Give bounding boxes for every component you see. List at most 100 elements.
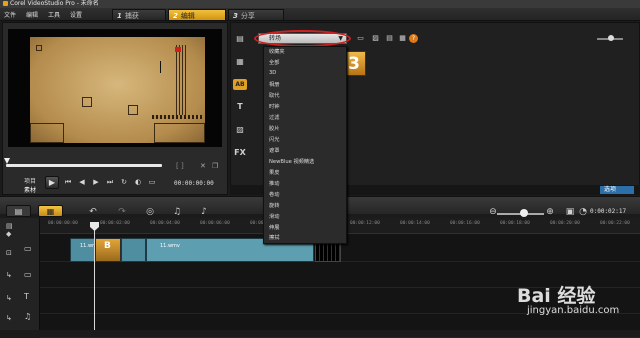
track-headers: ▤ ◆ ▭ ⊡ ▭ ↳ T ↳ ♫ ↳ xyxy=(0,218,40,330)
tab-share-number: 3 xyxy=(233,12,238,20)
menu-settings[interactable]: 设置 xyxy=(70,10,82,19)
dropdown-option[interactable]: 时钟 xyxy=(269,103,279,110)
overlay-track-icon[interactable]: ▭ xyxy=(24,270,38,280)
thumbnail-size-handle[interactable] xyxy=(608,35,614,41)
dropdown-option[interactable]: 旋转 xyxy=(269,202,279,209)
project-duration-icon[interactable]: ◔ xyxy=(578,207,588,217)
zoom-out-icon[interactable]: ⊖ xyxy=(488,207,498,217)
dropdown-option[interactable]: NewBlue 视频精选 xyxy=(269,158,314,165)
fx-icon[interactable]: FX xyxy=(233,147,247,158)
media-icon[interactable]: ▤ xyxy=(233,33,247,44)
tab-edit[interactable]: 2 编辑 xyxy=(168,9,226,21)
voice-track-toggle-icon[interactable]: ↳ xyxy=(6,314,16,324)
dropdown-option[interactable]: 滑动 xyxy=(269,213,279,220)
tab-edit-label: 编辑 xyxy=(180,12,195,20)
dropdown-option[interactable]: 伸展 xyxy=(269,224,279,231)
auto-music-icon[interactable]: ♪ xyxy=(199,207,209,217)
enlarge-icon[interactable]: ▭ xyxy=(148,178,156,186)
dropdown-option[interactable]: 取代 xyxy=(269,92,279,99)
dropdown-option[interactable]: 推动 xyxy=(269,180,279,187)
ruler-label: 00:00:22:00 xyxy=(600,221,630,226)
play-button[interactable]: ▶ xyxy=(45,176,59,189)
undo-icon[interactable]: ↶ xyxy=(88,207,98,217)
add-folder-icon[interactable]: ▭ xyxy=(355,34,366,43)
dropdown-option[interactable]: 果皮 xyxy=(269,169,279,176)
ruler-label: 00:00:02:00 xyxy=(100,221,130,226)
show-list-icon[interactable]: ▦ xyxy=(397,34,408,43)
game-flag xyxy=(175,47,181,52)
menu-file[interactable]: 文件 xyxy=(4,10,16,19)
dropdown-option[interactable]: 相册 xyxy=(269,81,279,88)
title-bar: Corel VideoStudio Pro - 未命名 xyxy=(0,0,640,8)
dropdown-option[interactable]: 擦拭 xyxy=(269,234,279,241)
chapter-point-icon[interactable]: ◆ xyxy=(6,230,16,240)
prev-frame-icon[interactable]: ◀ xyxy=(78,178,86,186)
repeat-icon[interactable]: ↻ xyxy=(120,178,128,186)
highlight-circle xyxy=(254,30,351,47)
end-icon[interactable]: ⏭ xyxy=(106,178,114,186)
game-crate xyxy=(82,97,92,107)
timeline-zoom-handle[interactable] xyxy=(520,209,528,217)
app-icon xyxy=(3,1,8,6)
title-icon[interactable]: T xyxy=(233,101,247,112)
next-frame-icon[interactable]: ▶ xyxy=(92,178,100,186)
dropdown-option[interactable]: 闪光 xyxy=(269,136,279,143)
clip-label: 11.wmv xyxy=(160,243,180,249)
video-clip[interactable] xyxy=(121,238,146,262)
copy-clip-icon[interactable]: ❐ xyxy=(212,162,218,170)
player-timecode[interactable]: 00:00:00:00 xyxy=(174,180,222,188)
overlay-track-toggle-icon[interactable]: ↳ xyxy=(6,271,16,281)
ruler-label: 00:00:06:00 xyxy=(200,221,230,226)
menu-edit[interactable]: 编辑 xyxy=(26,10,38,19)
scrubber-track[interactable] xyxy=(6,164,162,167)
playhead-line xyxy=(94,230,95,330)
video-clip[interactable] xyxy=(70,238,95,262)
game-stick-figure xyxy=(160,61,164,73)
audio-mixer-icon[interactable]: ♫ xyxy=(172,207,182,217)
tab-capture[interactable]: 1 捕获 xyxy=(112,9,166,21)
split-clip-icon[interactable]: ✕ xyxy=(200,162,206,170)
dropdown-option[interactable]: 全部 xyxy=(269,59,279,66)
tab-share[interactable]: 3 分享 xyxy=(228,9,284,21)
title-track-toggle-icon[interactable]: ↳ xyxy=(6,294,16,304)
zoom-in-icon[interactable]: ⊕ xyxy=(545,207,555,217)
apply-all-icon[interactable]: ▨ xyxy=(370,34,381,43)
add-to-favorites-icon[interactable]: ▤ xyxy=(384,34,395,43)
menu-tools[interactable]: 工具 xyxy=(48,10,60,19)
voice-track-icon[interactable]: ♫ xyxy=(24,312,38,322)
volume-icon[interactable]: ◐ xyxy=(134,178,142,186)
trim-marker-icon[interactable]: [ ] xyxy=(176,162,184,170)
timeline-view-icon[interactable]: ▦ xyxy=(38,205,63,217)
storyboard-view-icon[interactable]: ▤ xyxy=(6,205,31,217)
record-capture-icon[interactable]: ◎ xyxy=(145,207,155,217)
graphic-icon[interactable]: ▨ xyxy=(233,124,247,135)
dropdown-option[interactable]: 胶片 xyxy=(269,125,279,132)
ruler-label: 00:00:16:00 xyxy=(450,221,480,226)
tab-capture-label: 捕获 xyxy=(124,12,139,20)
redo-icon[interactable]: ↷ xyxy=(117,207,127,217)
timeline-timecode[interactable]: 0:00:02:17 xyxy=(590,207,638,217)
video-track-icon[interactable]: ▭ xyxy=(24,244,38,254)
dropdown-option[interactable]: 卷动 xyxy=(269,191,279,198)
ruler-label: 00:00:04:00 xyxy=(150,221,180,226)
dropdown-option[interactable]: 过滤 xyxy=(269,114,279,121)
dropdown-option[interactable]: 收藏夹 xyxy=(269,48,285,55)
instant-project-icon[interactable]: ▦ xyxy=(233,56,247,67)
ruler-label: 00:00:18:00 xyxy=(500,221,530,226)
mode-project-label[interactable]: 项目 xyxy=(24,176,36,185)
help-icon[interactable]: ? xyxy=(409,34,418,43)
game-block xyxy=(154,123,205,143)
transition-clip-label: B xyxy=(104,241,111,251)
title-track-icon[interactable]: T xyxy=(24,292,38,302)
dropdown-option[interactable]: 遮罩 xyxy=(269,147,279,154)
options-button[interactable]: 选项 xyxy=(600,186,634,194)
game-ladder xyxy=(176,45,186,115)
ruler-label: 00:00:12:00 xyxy=(350,221,380,226)
home-icon[interactable]: ⏮ xyxy=(64,178,72,186)
video-track-toggle-icon[interactable]: ⊡ xyxy=(6,249,16,259)
transition-icon[interactable]: AB xyxy=(233,79,247,90)
mode-clip-label[interactable]: 素材 xyxy=(24,185,36,194)
fit-project-icon[interactable]: ▣ xyxy=(565,207,575,217)
ruler-label: 00:00:20:00 xyxy=(550,221,580,226)
dropdown-option[interactable]: 3D xyxy=(269,70,276,76)
